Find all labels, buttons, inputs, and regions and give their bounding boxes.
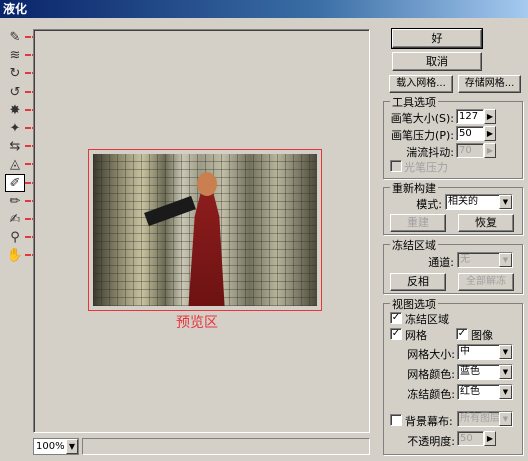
view-options-title: 视图选项 (390, 296, 438, 312)
ok-button[interactable]: 好 (391, 28, 483, 49)
mesh-size-select[interactable]: 中 ▼ (457, 344, 513, 360)
pucker-tool-icon[interactable]: ✸ (5, 101, 25, 119)
stylus-pressure-label: 光笔压力 (404, 161, 448, 174)
status-bar (82, 438, 370, 455)
preview-image-gun (144, 195, 196, 227)
mesh-label: 网格 (405, 329, 427, 342)
mesh-checkbox[interactable]: ✓ (390, 328, 402, 340)
channel-label: 通道: (428, 256, 454, 269)
brush-size-arrow-icon[interactable]: ▶ (484, 109, 496, 124)
cancel-button[interactable]: 取消 (392, 52, 482, 71)
shift-pixels-tool-icon[interactable]: ⇆ (5, 137, 25, 155)
tool-options-title: 工具选项 (390, 94, 438, 110)
stylus-pressure-checkbox[interactable] (390, 160, 402, 172)
backdrop-select-value: 所有图层 (460, 413, 500, 424)
channel-select[interactable]: 无 ▼ (457, 252, 513, 268)
brush-pressure-field[interactable]: 50 (456, 126, 484, 141)
freeze-color-label: 冻结颜色: (407, 388, 455, 401)
chevron-down-icon[interactable]: ▼ (499, 195, 512, 209)
freeze-mask-tool-icon[interactable]: ✏ (5, 192, 25, 210)
twirl-clockwise-tool-icon[interactable]: ↻ (5, 64, 25, 82)
brush-size-label: 画笔大小(S): (390, 112, 454, 125)
reconstruct-tool-icon[interactable]: ✐ (5, 174, 25, 192)
invert-button[interactable]: 反相 (390, 273, 446, 291)
thaw-all-button[interactable]: 全部解冻 (458, 273, 514, 291)
brush-size-field[interactable]: 127 (456, 109, 484, 124)
preview-image[interactable] (93, 154, 317, 306)
image-label: 图像 (471, 329, 493, 342)
window-title: 液化 (0, 0, 528, 18)
forward-warp-tool-icon[interactable]: ✎ (5, 28, 25, 46)
preview-image-head (197, 172, 217, 196)
preview-label: 预览区 (176, 315, 218, 331)
frozen-areas-label: 冻结区域 (405, 313, 449, 326)
opacity-arrow-icon[interactable]: ▶ (484, 431, 496, 446)
chevron-down-icon[interactable]: ▼ (499, 345, 512, 359)
chevron-down-icon[interactable]: ▼ (499, 253, 512, 267)
turbulent-jitter-label: 湍流抖动: (406, 146, 454, 159)
preview-frame (88, 149, 322, 311)
zoom-tool-icon[interactable]: ⚲ (5, 228, 25, 246)
turbulent-jitter-field[interactable]: 70 (456, 143, 484, 158)
frozen-areas-checkbox[interactable]: ✓ (390, 312, 402, 324)
turbulence-tool-icon[interactable]: ≋ (5, 46, 25, 64)
thaw-mask-tool-icon[interactable]: ✍ (5, 210, 25, 228)
twirl-counterclockwise-tool-icon[interactable]: ↺ (5, 83, 25, 101)
mesh-size-select-value: 中 (460, 346, 470, 357)
opacity-label: 不透明度: (407, 435, 455, 448)
chevron-down-icon[interactable]: ▼ (499, 385, 512, 399)
freeze-color-select-value: 红色 (460, 386, 480, 397)
turbulent-jitter-arrow-icon[interactable]: ▶ (484, 143, 496, 158)
backdrop-select[interactable]: 所有图层 ▼ (457, 411, 513, 427)
preview-image-figure (188, 194, 225, 306)
reconstruct-title: 重新构建 (390, 180, 438, 196)
mesh-size-label: 网格大小: (407, 348, 455, 361)
mode-label: 模式: (416, 198, 442, 211)
restore-button[interactable]: 恢复 (458, 214, 514, 232)
chevron-down-icon[interactable]: ▼ (499, 412, 512, 426)
brush-pressure-arrow-icon[interactable]: ▶ (484, 126, 496, 141)
mode-select-value: 相关的 (448, 196, 478, 207)
freeze-area-title: 冻结区域 (390, 237, 438, 253)
bloat-tool-icon[interactable]: ✦ (5, 119, 25, 137)
save-mesh-button[interactable]: 存储网格... (458, 75, 521, 93)
chevron-down-icon[interactable]: ▼ (66, 439, 78, 454)
mesh-color-label: 网格颜色: (407, 368, 455, 381)
opacity-field[interactable]: 50 (457, 431, 484, 446)
mesh-color-select[interactable]: 蓝色 ▼ (457, 364, 513, 380)
reconstruct-button[interactable]: 重建 (390, 214, 446, 232)
load-mesh-button[interactable]: 载入网格... (389, 75, 453, 93)
chevron-down-icon[interactable]: ▼ (499, 365, 512, 379)
backdrop-label: 背景幕布: (405, 415, 453, 428)
channel-select-value: 无 (460, 254, 470, 265)
mesh-color-select-value: 蓝色 (460, 366, 480, 377)
mode-select[interactable]: 相关的 ▼ (445, 194, 513, 210)
brush-pressure-label: 画笔压力(P): (391, 129, 454, 142)
freeze-color-select[interactable]: 红色 ▼ (457, 384, 513, 400)
hand-tool-icon[interactable]: ✋ (5, 246, 25, 264)
reflection-tool-icon[interactable]: ◬ (5, 155, 25, 173)
backdrop-checkbox[interactable] (390, 414, 402, 426)
image-checkbox[interactable]: ✓ (456, 328, 468, 340)
